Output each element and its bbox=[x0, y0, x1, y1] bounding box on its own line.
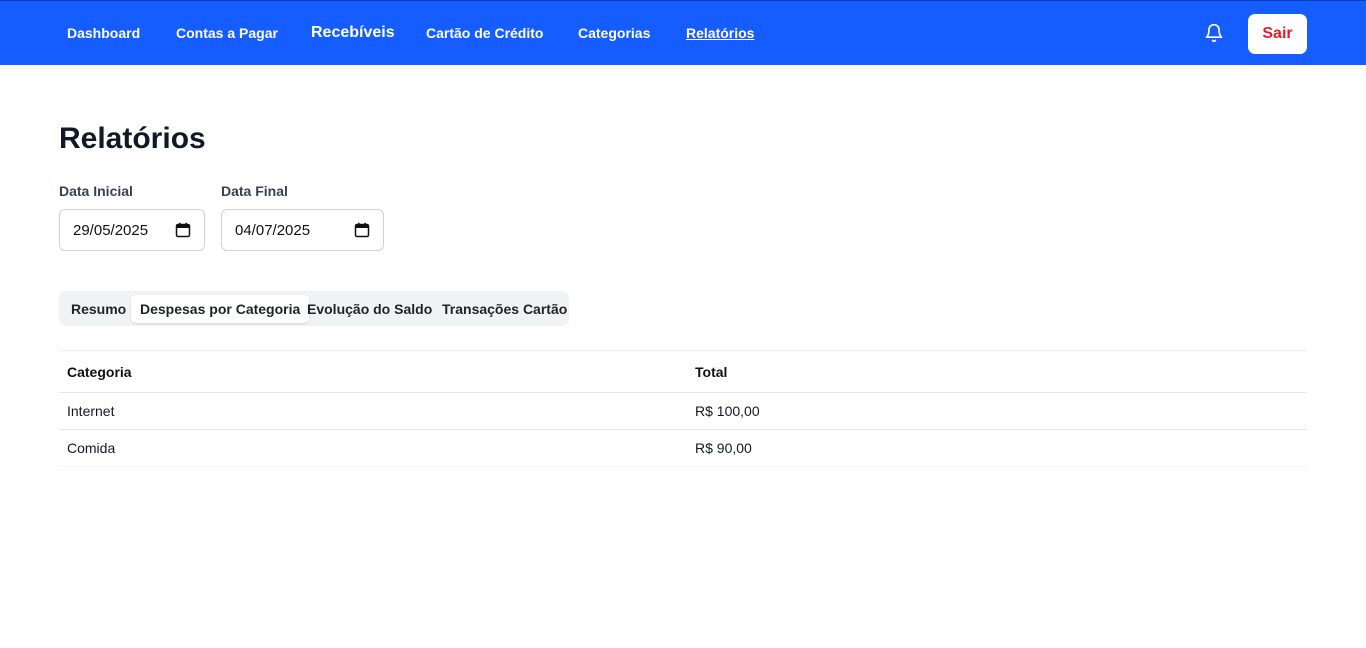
page-title: Relatórios bbox=[59, 122, 206, 155]
start-date-input[interactable]: 29/05/2025 bbox=[59, 209, 205, 251]
end-date-input[interactable]: 04/07/2025 bbox=[221, 209, 384, 251]
nav-contas-a-pagar[interactable]: Contas a Pagar bbox=[176, 25, 278, 41]
nav-recebiveis[interactable]: Recebíveis bbox=[311, 24, 395, 42]
tab-despesas-por-categoria[interactable]: Despesas por Categoria bbox=[131, 295, 310, 323]
column-header-categoria: Categoria bbox=[67, 363, 132, 380]
table-row: Internet R$ 100,00 bbox=[59, 393, 1307, 430]
nav-dashboard[interactable]: Dashboard bbox=[67, 25, 140, 41]
nav-categorias[interactable]: Categorias bbox=[578, 25, 650, 41]
calendar-icon[interactable] bbox=[175, 222, 191, 238]
table-header-row: Categoria Total bbox=[59, 351, 1307, 393]
tab-resumo[interactable]: Resumo bbox=[62, 295, 135, 323]
bell-icon[interactable] bbox=[1204, 23, 1224, 43]
total-cell: R$ 90,00 bbox=[695, 440, 752, 456]
end-date-value: 04/07/2025 bbox=[235, 221, 311, 239]
nav-relatorios[interactable]: Relatórios bbox=[686, 25, 754, 41]
nav-cartao-de-credito[interactable]: Cartão de Crédito bbox=[426, 25, 543, 41]
start-date-value: 29/05/2025 bbox=[73, 221, 149, 239]
calendar-icon[interactable] bbox=[354, 222, 370, 238]
total-cell: R$ 100,00 bbox=[695, 403, 760, 419]
category-cell: Internet bbox=[67, 403, 115, 419]
top-navbar: Dashboard Contas a Pagar Recebíveis Cart… bbox=[0, 0, 1366, 65]
start-date-label: Data Inicial bbox=[59, 183, 133, 199]
column-header-total: Total bbox=[695, 363, 728, 380]
tab-transacoes-cartao[interactable]: Transações Cartão bbox=[433, 295, 576, 323]
expenses-by-category-table: Categoria Total Internet R$ 100,00 Comid… bbox=[59, 350, 1307, 467]
table-row: Comida R$ 90,00 bbox=[59, 430, 1307, 467]
end-date-label: Data Final bbox=[221, 183, 288, 199]
category-cell: Comida bbox=[67, 440, 116, 456]
report-tabs: Resumo Despesas por Categoria Evolução d… bbox=[59, 291, 569, 326]
logout-button[interactable]: Sair bbox=[1248, 14, 1307, 54]
tab-evolucao-do-saldo[interactable]: Evolução do Saldo bbox=[298, 295, 441, 323]
